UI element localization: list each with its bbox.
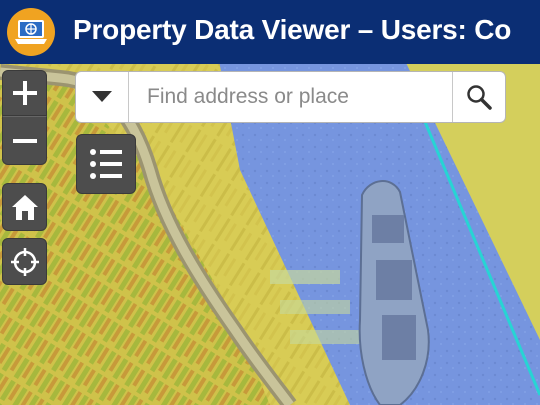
search-button[interactable] bbox=[452, 72, 505, 122]
search-widget bbox=[75, 71, 506, 123]
crosshair-icon bbox=[10, 247, 39, 276]
layer-list-button[interactable] bbox=[76, 134, 136, 194]
search-icon bbox=[467, 85, 492, 110]
chevron-down-icon bbox=[92, 91, 112, 102]
home-button[interactable] bbox=[2, 183, 47, 231]
zoom-in-button[interactable] bbox=[2, 70, 47, 116]
app-title: Property Data Viewer – Users: Co bbox=[73, 14, 512, 45]
plus-icon bbox=[12, 81, 37, 105]
minus-icon bbox=[12, 138, 37, 143]
search-source-dropdown[interactable] bbox=[76, 72, 129, 122]
laptop-globe-icon bbox=[15, 20, 47, 44]
zoom-out-button[interactable] bbox=[2, 116, 47, 165]
locate-button[interactable] bbox=[2, 238, 47, 285]
app-header: Property Data Viewer – Users: Co bbox=[0, 0, 540, 64]
app-logo bbox=[7, 8, 55, 56]
home-icon bbox=[11, 195, 38, 220]
list-icon bbox=[90, 149, 122, 179]
search-input[interactable] bbox=[129, 72, 452, 122]
